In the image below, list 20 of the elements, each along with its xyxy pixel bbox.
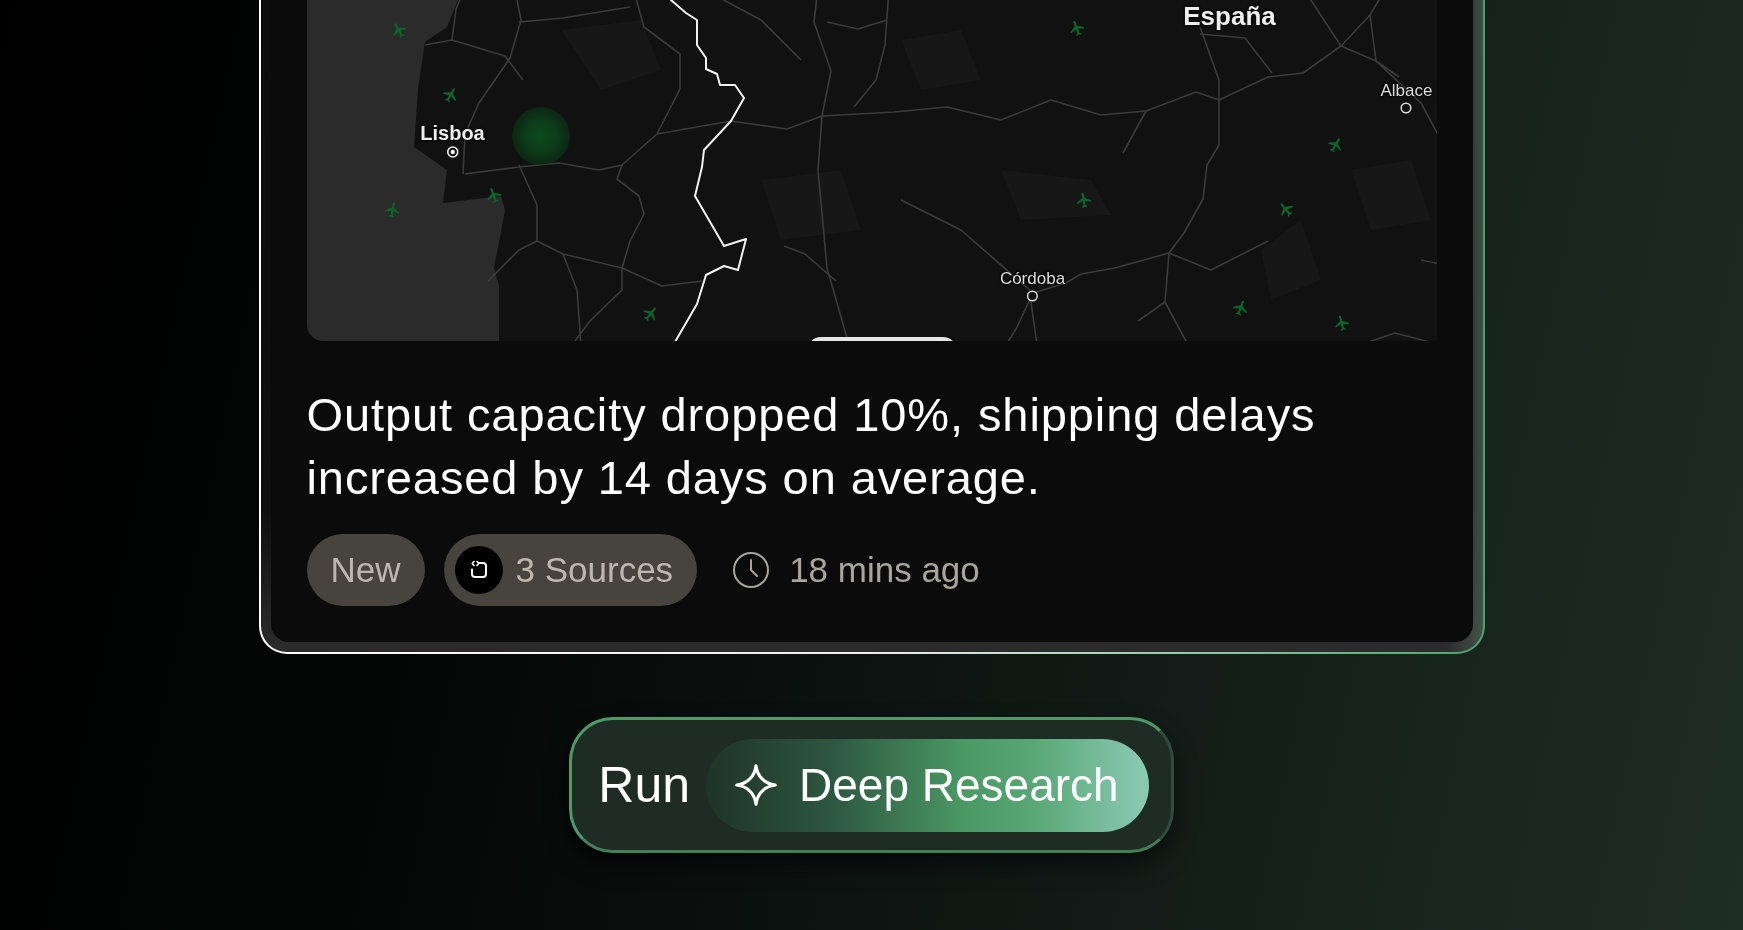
- plane-icon: [1074, 191, 1093, 209]
- sources-button[interactable]: 3 Sources: [443, 534, 698, 606]
- map-place-label: España: [1183, 2, 1276, 30]
- city-marker-icon: [1026, 290, 1039, 302]
- timestamp-text: 18 mins ago: [789, 550, 980, 590]
- city-marker-icon: [1400, 102, 1413, 114]
- capital-marker-icon: [446, 146, 459, 158]
- summary-text: Output capacity dropped 10%, shipping delays increased by 14 days on average.: [306, 387, 1317, 506]
- plane-icon: [1332, 314, 1351, 332]
- deep-research-chip: Deep Research: [706, 738, 1149, 832]
- plane-icon: [383, 201, 402, 219]
- map-place-label: Córdoba: [999, 269, 1066, 288]
- plane-icon: [1231, 299, 1250, 317]
- sparkle-icon: [734, 763, 779, 807]
- source-logo-icon: [454, 546, 503, 594]
- clock-icon: [732, 551, 771, 589]
- map-place-label: Lisboa: [420, 122, 485, 144]
- map-place-label: Albace: [1380, 81, 1433, 100]
- status-badge: New: [306, 534, 425, 606]
- run-deep-research-button[interactable]: Run Deep Research: [569, 717, 1174, 853]
